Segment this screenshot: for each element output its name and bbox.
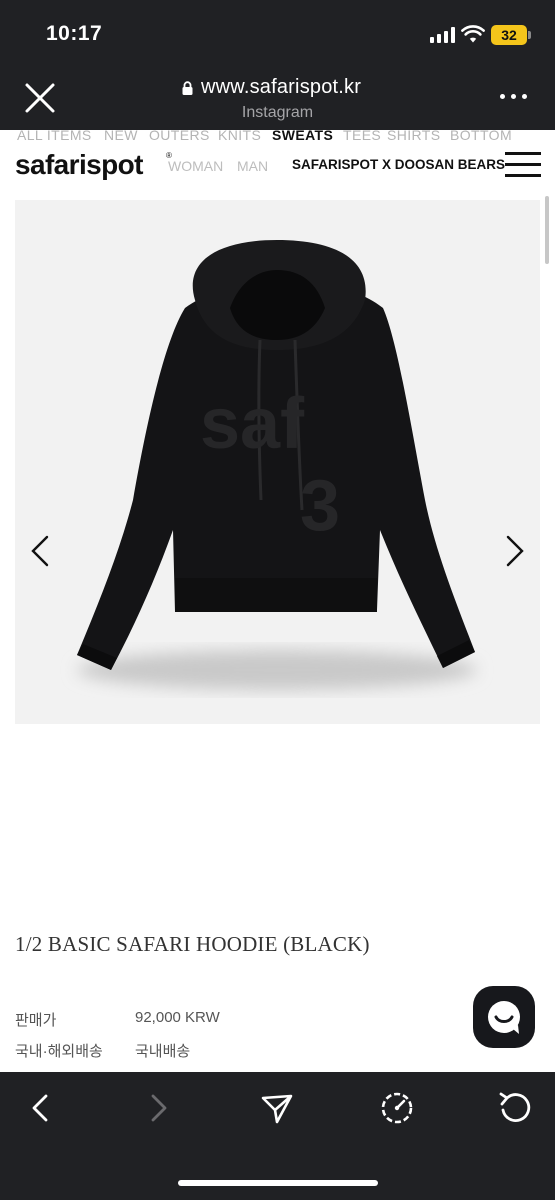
price-value: 92,000 KRW xyxy=(135,1009,220,1026)
browser-source-label: Instagram xyxy=(241,104,314,121)
battery-indicator: 32 xyxy=(491,25,527,45)
home-indicator[interactable] xyxy=(178,1180,378,1186)
category-knits[interactable]: KNITS xyxy=(218,127,261,143)
category-bottom[interactable]: BOTTOM xyxy=(450,127,512,143)
compass-icon[interactable] xyxy=(379,1090,415,1126)
scrollbar[interactable] xyxy=(545,196,549,264)
price-label: 판매가 xyxy=(15,1012,57,1029)
sub-nav-man[interactable]: MAN xyxy=(237,158,268,174)
category-outers[interactable]: OUTERS xyxy=(149,127,210,143)
hamburger-icon[interactable] xyxy=(505,152,541,178)
status-time: 10:17 xyxy=(46,22,103,45)
hoodie-print-number: 3 xyxy=(300,466,340,546)
sub-nav-woman[interactable]: WOMAN xyxy=(168,158,223,174)
lock-icon xyxy=(182,81,193,95)
category-new[interactable]: NEW xyxy=(104,127,138,143)
logo-registered-mark: ® xyxy=(166,151,172,160)
category-tees[interactable]: TEES xyxy=(343,127,381,143)
hoodie-print-text: saf xyxy=(200,384,305,464)
cellular-signal-icon xyxy=(430,27,456,43)
chat-button[interactable] xyxy=(473,986,535,1048)
battery-cap xyxy=(528,31,531,39)
url-text: www.safarispot.kr xyxy=(201,76,362,98)
shipping-value: 국내배송 xyxy=(135,1043,191,1060)
category-nav: ALL ITEMS NEW OUTERS KNITS SWEATS TEES S… xyxy=(0,125,555,147)
category-shirts[interactable]: SHIRTS xyxy=(387,127,441,143)
chat-icon xyxy=(488,1001,520,1034)
wifi-icon xyxy=(461,25,485,43)
forward-icon[interactable] xyxy=(141,1090,177,1126)
chevron-left-icon[interactable] xyxy=(29,535,51,567)
collab-link[interactable]: SAFARISPOT X DOOSAN BEARS xyxy=(292,157,505,172)
hoodie-image: saf 3 xyxy=(77,240,477,690)
share-icon[interactable] xyxy=(259,1090,295,1126)
reload-icon[interactable] xyxy=(497,1090,533,1126)
back-icon[interactable] xyxy=(22,1090,58,1126)
chevron-right-icon[interactable] xyxy=(504,535,526,567)
site-logo[interactable]: safarispot xyxy=(15,149,143,181)
product-image[interactable]: saf 3 xyxy=(15,200,540,724)
category-sweats[interactable]: SWEATS xyxy=(272,127,333,143)
category-all-items[interactable]: ALL ITEMS xyxy=(17,127,92,143)
more-icon[interactable] xyxy=(500,94,528,102)
product-title: 1/2 BASIC SAFARI HOODIE (BLACK) xyxy=(15,932,370,956)
shipping-label: 국내·해외배송 xyxy=(15,1043,103,1060)
address-bar[interactable]: www.safarispot.kr xyxy=(170,76,385,100)
